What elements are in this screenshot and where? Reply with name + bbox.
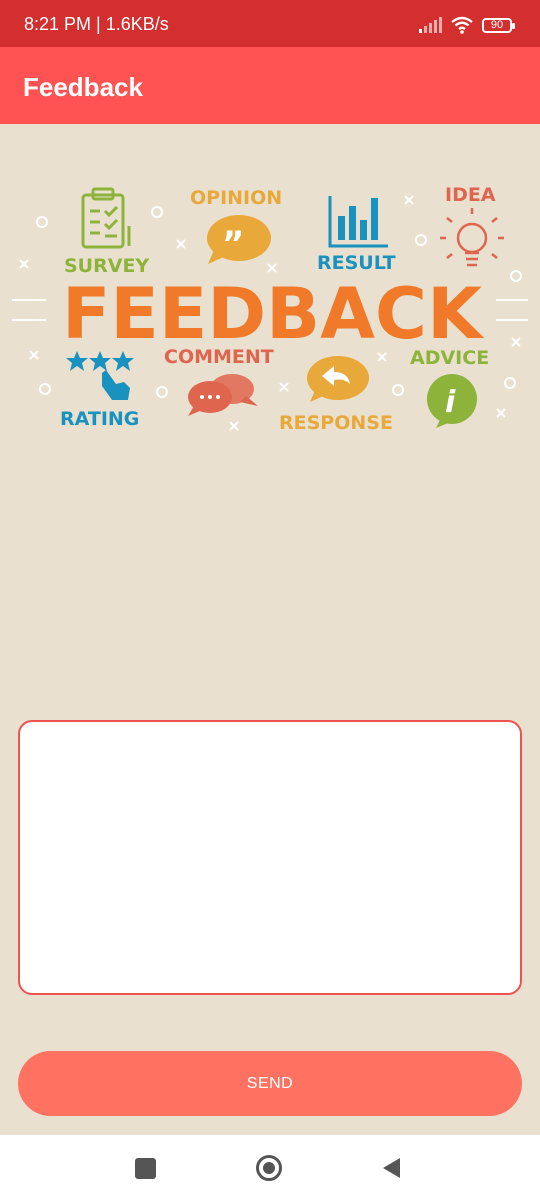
feedback-input[interactable] xyxy=(18,720,522,995)
navigation-bar xyxy=(0,1135,540,1200)
pointing-hand-icon xyxy=(102,370,130,400)
status-bar: 8:21 PM | 1.6KB/s 90 xyxy=(0,0,540,47)
comment-bubbles-icon xyxy=(188,374,258,416)
banner-headline: FEEDBACK xyxy=(62,273,485,355)
banner-idea: IDEA xyxy=(445,184,496,206)
info-bubble-icon: i xyxy=(427,374,477,428)
banner-response: RESPONSE xyxy=(279,412,393,434)
recents-square-icon[interactable] xyxy=(132,1155,158,1181)
home-circle-icon[interactable] xyxy=(256,1155,282,1181)
app-title: Feedback xyxy=(23,72,143,102)
status-icons: 90 xyxy=(418,14,515,36)
reply-bubble-icon xyxy=(307,356,369,402)
app-bar: Feedback xyxy=(0,47,540,124)
back-triangle-icon[interactable] xyxy=(378,1155,404,1181)
battery-icon: 90 xyxy=(482,17,515,33)
status-time: 8:21 PM | 1.6KB/s xyxy=(24,14,169,34)
svg-text:i: i xyxy=(445,385,456,420)
bar-chart-icon xyxy=(328,196,388,248)
send-button[interactable]: SEND xyxy=(18,1051,522,1116)
wifi-icon xyxy=(451,16,473,34)
rating-stars-icon xyxy=(66,351,134,371)
banner-result: RESULT xyxy=(317,252,396,274)
battery-level: 90 xyxy=(490,19,504,31)
lightbulb-icon xyxy=(440,208,504,267)
banner-opinion: OPINION xyxy=(190,187,282,209)
banner-rating: RATING xyxy=(60,408,139,430)
banner-advice: ADVICE xyxy=(410,347,489,369)
quote-bubble-icon: ” xyxy=(207,215,271,264)
signal-icon xyxy=(419,17,442,33)
clipboard-icon xyxy=(81,187,131,249)
feedback-banner-image: SURVEY OPINION ” RESULT IDEA FEEDBACK RA… xyxy=(12,184,528,434)
banner-comment: COMMENT xyxy=(164,346,274,368)
svg-text:”: ” xyxy=(222,224,244,264)
